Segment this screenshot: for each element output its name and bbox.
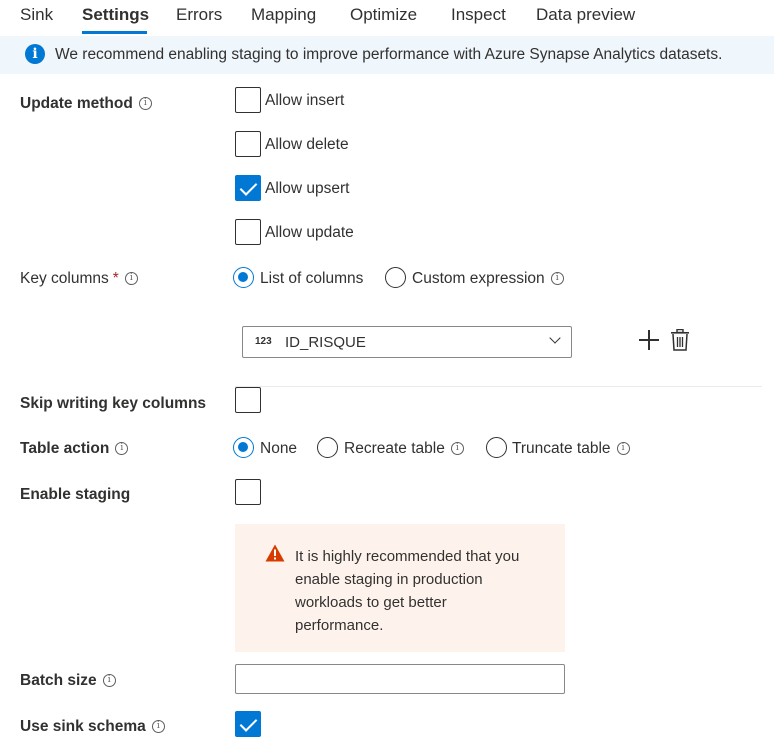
batch-size-input[interactable] (235, 664, 565, 694)
skip-writing-key-columns-checkbox[interactable] (235, 387, 261, 413)
info-icon[interactable]: i (102, 674, 116, 687)
recreate-table-radio[interactable] (317, 437, 338, 458)
integer-type-icon: 123 (255, 336, 272, 347)
allow-upsert-label: Allow upsert (265, 180, 350, 197)
batch-size-label: Batch size i (20, 672, 116, 690)
info-icon[interactable]: i (151, 720, 165, 733)
key-columns-label-text: Key columns (20, 270, 109, 287)
key-columns-label: Key columns * i (20, 270, 138, 288)
tab-sink[interactable]: Sink (20, 5, 53, 25)
custom-expression-label: Custom expression i (412, 270, 564, 288)
truncate-table-radio[interactable] (486, 437, 507, 458)
add-column-icon[interactable] (638, 329, 660, 351)
use-sink-schema-checkbox[interactable] (235, 711, 261, 737)
recreate-table-label: Recreate table i (344, 440, 464, 458)
none-label: None (260, 440, 298, 457)
enable-staging-checkbox[interactable] (235, 479, 261, 505)
banner-text: We recommend enabling staging to improve… (55, 46, 723, 63)
tab-inspect[interactable]: Inspect (451, 5, 506, 25)
truncate-table-label: Truncate table i (512, 440, 630, 458)
key-column-dropdown[interactable]: 123 ID_RISQUE (242, 326, 572, 358)
active-tab-indicator (82, 31, 147, 34)
tab-bar: Sink Settings Errors Mapping Optimize In… (0, 0, 774, 34)
update-method-label-text: Update method (20, 95, 133, 112)
tab-optimize[interactable]: Optimize (350, 5, 417, 25)
allow-insert-label: Allow insert (265, 92, 345, 109)
list-of-columns-radio[interactable] (233, 267, 254, 288)
info-icon[interactable]: i (138, 97, 152, 110)
allow-insert-checkbox[interactable] (235, 87, 261, 113)
info-icon[interactable]: i (550, 272, 564, 285)
chevron-down-icon (549, 332, 561, 344)
info-icon[interactable]: i (450, 442, 464, 455)
tab-settings[interactable]: Settings (82, 5, 149, 25)
info-banner: i We recommend enabling staging to impro… (0, 36, 774, 74)
use-sink-schema-label: Use sink schema i (20, 718, 165, 736)
truncate-table-label-text: Truncate table (512, 440, 611, 457)
staging-warning: It is highly recommended that you enable… (235, 524, 565, 652)
info-icon: i (25, 44, 45, 64)
allow-upsert-checkbox[interactable] (235, 175, 261, 201)
enable-staging-label: Enable staging (20, 486, 131, 503)
delete-icon[interactable] (670, 329, 690, 351)
required-marker: * (112, 270, 119, 287)
table-action-label: Table action i (20, 440, 129, 458)
info-icon[interactable]: i (115, 442, 129, 455)
info-icon[interactable]: i (616, 442, 630, 455)
allow-delete-label: Allow delete (265, 136, 349, 153)
list-of-columns-label: List of columns (260, 270, 364, 287)
recreate-table-label-text: Recreate table (344, 440, 445, 457)
key-column-value: ID_RISQUE (285, 334, 366, 351)
allow-update-checkbox[interactable] (235, 219, 261, 245)
table-action-label-text: Table action (20, 440, 110, 457)
allow-update-label: Allow update (265, 224, 354, 241)
use-sink-schema-label-text: Use sink schema (20, 718, 146, 735)
section-divider (235, 386, 762, 387)
none-radio[interactable] (233, 437, 254, 458)
tab-errors[interactable]: Errors (176, 5, 222, 25)
update-method-label: Update method i (20, 95, 152, 113)
batch-size-label-text: Batch size (20, 672, 97, 689)
info-icon[interactable]: i (124, 272, 138, 285)
skip-writing-key-columns-label: Skip writing key columns (20, 395, 207, 412)
custom-expression-label-text: Custom expression (412, 270, 545, 287)
tab-mapping[interactable]: Mapping (251, 5, 316, 25)
custom-expression-radio[interactable] (385, 267, 406, 288)
warning-text: It is highly recommended that you enable… (295, 548, 520, 634)
allow-delete-checkbox[interactable] (235, 131, 261, 157)
warning-icon (265, 544, 285, 562)
tab-data-preview[interactable]: Data preview (536, 5, 635, 25)
